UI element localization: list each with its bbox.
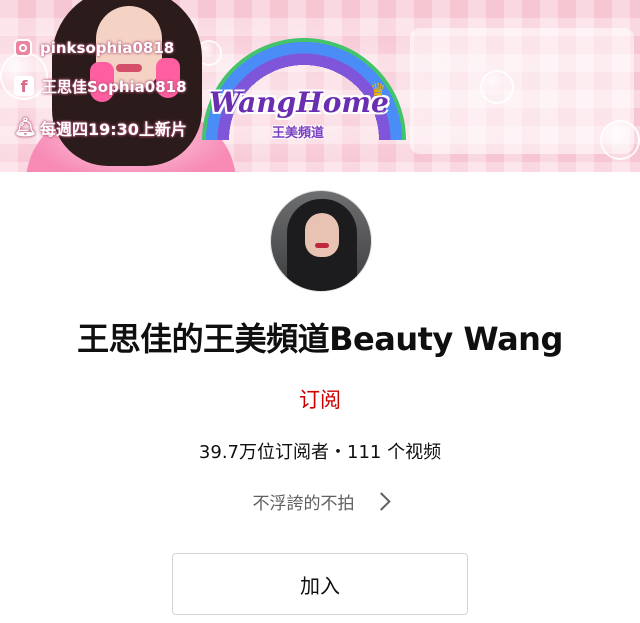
subscribe-button[interactable]: 订阅 (270, 384, 370, 414)
instagram-icon (14, 39, 32, 57)
channel-description-link[interactable]: 不浮誇的不拍 (0, 488, 640, 514)
join-label: 加入 (300, 573, 340, 598)
chevron-right-icon (371, 491, 391, 511)
channel-banner: WangHome ♛ 王美頻道 pinksophia0818 f 王思佳Soph… (0, 0, 640, 172)
channel-tagline: 不浮誇的不拍 (252, 493, 355, 514)
facebook-icon: f (14, 76, 34, 96)
facebook-row: f 王思佳Sophia0818 (14, 72, 187, 100)
join-button[interactable]: 加入 (172, 553, 468, 615)
channel-title: 王思佳的王美頻道Beauty Wang (77, 320, 563, 358)
logo-wordmark: WangHome (209, 86, 389, 119)
facebook-page: 王思佳Sophia0818 (42, 77, 187, 96)
channel-stats: 39.7万位订阅者・111 个视频 (198, 442, 442, 463)
instagram-row: pinksophia0818 (14, 34, 174, 62)
social-card (410, 28, 634, 154)
instagram-handle: pinksophia0818 (40, 39, 175, 57)
bell-icon: 🔔︎ (14, 117, 37, 138)
schedule-row: 🔔︎ 每週四19:30上新片 (14, 114, 187, 142)
avatar-face (305, 213, 339, 257)
upload-schedule: 每週四19:30上新片 (40, 120, 187, 139)
channel-page: WangHome ♛ 王美頻道 pinksophia0818 f 王思佳Soph… (0, 0, 640, 623)
channel-avatar[interactable] (270, 190, 372, 292)
avatar-lips (315, 243, 329, 248)
logo-subtitle: 王美頻道 (271, 126, 324, 141)
crown-icon: ♛ (370, 80, 387, 101)
banner-portrait-lips (116, 64, 142, 72)
